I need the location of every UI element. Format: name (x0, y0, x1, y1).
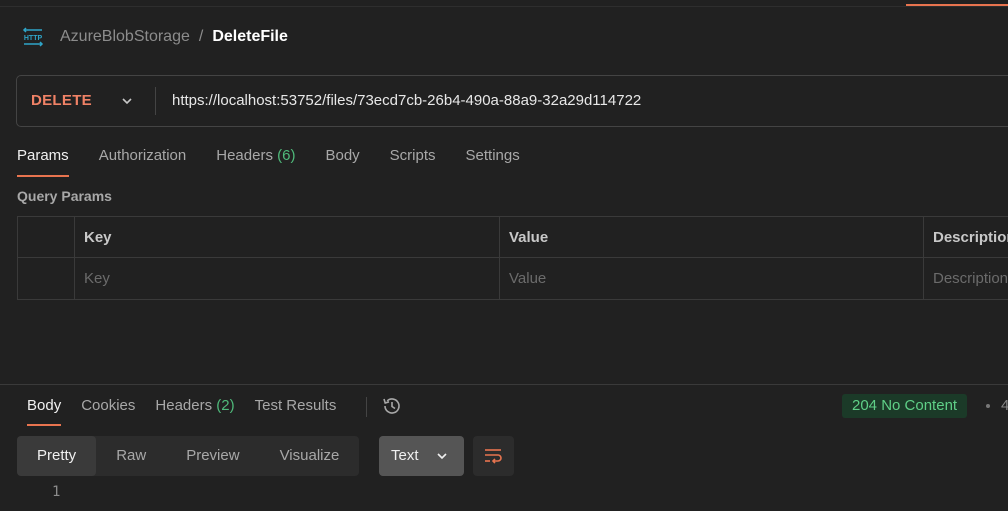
response-tab-cookies[interactable]: Cookies (81, 396, 135, 426)
param-value-input[interactable]: Value (499, 258, 923, 298)
chevron-down-icon[interactable] (120, 94, 134, 108)
table-header-row: Key Value Description (18, 217, 1008, 258)
tab-label: Body (27, 397, 62, 414)
column-divider (923, 217, 924, 299)
column-header-description: Description (933, 228, 1008, 246)
status-dot (986, 404, 990, 408)
format-preview[interactable]: Preview (166, 436, 259, 476)
breadcrumb-request[interactable]: DeleteFile (212, 28, 288, 46)
wrap-lines-button[interactable] (473, 436, 514, 476)
tab-label: Headers (216, 147, 273, 164)
tab-label: Cookies (81, 397, 136, 414)
url-input[interactable]: https://localhost:53752/files/73ecd7cb-2… (172, 92, 641, 109)
line-number: 1 (52, 484, 61, 500)
tab-label: Body (325, 147, 360, 164)
tab-authorization[interactable]: Authorization (99, 146, 187, 178)
breadcrumb: HTTP AzureBlobStorage / DeleteFile (22, 24, 288, 50)
response-tab-test-results[interactable]: Test Results (255, 396, 337, 426)
history-icon[interactable] (381, 395, 403, 417)
tab-body[interactable]: Body (325, 146, 359, 178)
chevron-down-icon (437, 453, 447, 460)
url-divider (155, 87, 156, 115)
request-tabs: Params Authorization Headers (6) Body Sc… (17, 146, 550, 178)
tab-label: Scripts (389, 147, 436, 164)
url-bar: DELETE https://localhost:53752/files/73e… (16, 75, 1008, 127)
wrap-lines-icon (485, 449, 502, 464)
http-icon: HTTP (22, 27, 44, 47)
response-time[interactable]: 4 (1001, 397, 1008, 414)
format-visualize[interactable]: Visualize (260, 436, 360, 476)
breadcrumb-collection[interactable]: AzureBlobStorage (60, 28, 190, 46)
tab-settings[interactable]: Settings (466, 146, 520, 178)
status-badge[interactable]: 204 No Content (842, 394, 968, 418)
param-description-input[interactable]: Description (923, 258, 1008, 298)
response-tabs: Body Cookies Headers (2) Test Results (27, 396, 356, 426)
format-type-select[interactable]: Text (379, 436, 464, 476)
query-params-title: Query Params (17, 188, 112, 204)
format-type-label: Text (391, 447, 419, 464)
tab-params[interactable]: Params (17, 146, 69, 178)
tab-scripts[interactable]: Scripts (390, 146, 436, 178)
format-raw[interactable]: Raw (96, 436, 166, 476)
tab-label: Authorization (98, 147, 187, 164)
active-tab-indicator (906, 4, 1008, 6)
tab-label: Test Results (254, 397, 337, 414)
tab-label: Settings (465, 147, 520, 164)
tab-headers[interactable]: Headers (6) (216, 146, 295, 178)
method-select[interactable]: DELETE (31, 92, 92, 109)
column-header-value: Value (509, 228, 549, 246)
query-params-table: Key Value Description Key Value Descript… (17, 216, 1008, 300)
tab-label: Params (17, 147, 69, 164)
format-pretty[interactable]: Pretty (17, 436, 97, 476)
column-header-key: Key (84, 228, 112, 246)
svg-text:HTTP: HTTP (24, 35, 43, 42)
column-divider (74, 217, 75, 299)
response-tab-body[interactable]: Body (27, 396, 62, 426)
response-headers-count: (2) (216, 397, 235, 414)
breadcrumb-separator: / (198, 28, 204, 45)
top-bar (0, 0, 1008, 7)
tab-separator (366, 397, 367, 417)
table-row: Key Value Description (18, 258, 1008, 298)
pane-divider[interactable] (0, 384, 1008, 385)
column-divider (499, 217, 500, 299)
tab-label: Headers (155, 397, 213, 414)
headers-count: (6) (277, 147, 296, 164)
param-key-input[interactable]: Key (74, 258, 499, 298)
response-tab-headers[interactable]: Headers (2) (155, 396, 234, 426)
format-tabs: Pretty Raw Preview Visualize (17, 436, 360, 476)
